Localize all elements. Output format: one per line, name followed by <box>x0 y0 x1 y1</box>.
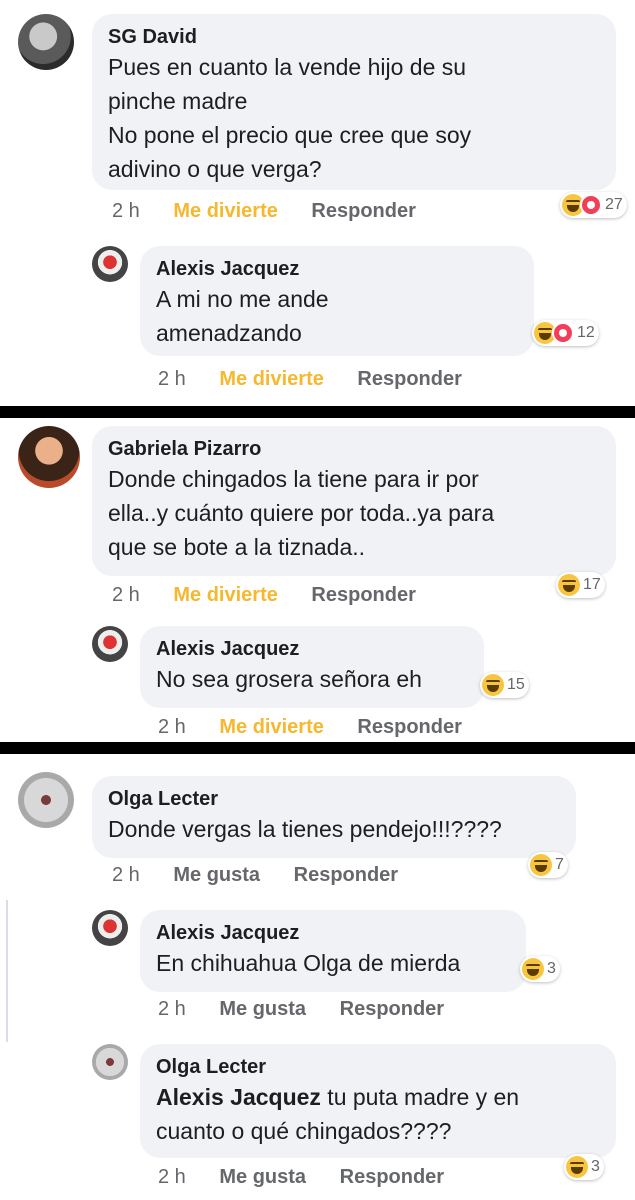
like-button[interactable]: Me gusta <box>173 864 260 886</box>
haha-icon <box>522 958 544 980</box>
comment-bubble: Gabriela Pizarro Donde chingados la tien… <box>92 426 616 576</box>
haha-icon <box>530 854 552 876</box>
comment-author[interactable]: Olga Lecter <box>108 786 560 812</box>
reply-button[interactable]: Responder <box>357 368 461 390</box>
avatar[interactable] <box>92 246 128 282</box>
reply-text-rest: tu puta madre y en <box>320 1084 520 1110</box>
reaction-count: 7 <box>555 856 564 873</box>
reaction-count: 15 <box>507 676 525 693</box>
reaction-summary[interactable]: 3 <box>564 1154 604 1180</box>
reply-author[interactable]: Alexis Jacquez <box>156 256 518 282</box>
comment-text-line: que se bote a la tiznada.. <box>108 534 366 560</box>
timestamp[interactable]: 2 h <box>158 1166 186 1188</box>
reply-button[interactable]: Responder <box>340 998 444 1020</box>
reply-text-line: cuanto o qué chingados???? <box>156 1118 452 1144</box>
comment-bubble: SG David Pues en cuanto la vende hijo de… <box>92 14 616 190</box>
reaction-summary[interactable]: 12 <box>532 320 599 346</box>
timestamp[interactable]: 2 h <box>158 368 186 390</box>
mention-link[interactable]: Alexis Jacquez <box>156 1084 321 1110</box>
comment-text-line: Pues en cuanto la vende hijo de su <box>108 54 467 80</box>
comment-section-3: Olga Lecter Donde vergas la tienes pende… <box>0 754 635 1200</box>
reply-button[interactable]: Responder <box>340 1166 444 1188</box>
comment-text-line: Donde vergas la tienes pendejo!!!???? <box>108 816 502 842</box>
haha-icon <box>558 574 580 596</box>
reply-author[interactable]: Olga Lecter <box>156 1054 600 1080</box>
comment-bubble: Olga Lecter Donde vergas la tienes pende… <box>92 776 576 858</box>
reaction-count: 12 <box>577 324 595 341</box>
avatar[interactable] <box>92 910 128 946</box>
reply-text-line: A mi no me ande <box>156 286 329 312</box>
avatar[interactable] <box>92 1044 128 1080</box>
reply-bubble: Alexis Jacquez No sea grosera señora eh <box>140 626 484 708</box>
comment-section-2: Gabriela Pizarro Donde chingados la tien… <box>0 418 635 740</box>
reply-actions: 2 h Me divierte Responder <box>158 716 490 739</box>
comment-author[interactable]: Gabriela Pizarro <box>108 436 600 462</box>
timestamp[interactable]: 2 h <box>158 998 186 1020</box>
haha-icon <box>482 674 504 696</box>
avatar[interactable] <box>18 772 74 828</box>
reply-text-line: No sea grosera señora eh <box>156 666 422 692</box>
reply-actions: 2 h Me divierte Responder <box>158 368 490 391</box>
reaction-count: 27 <box>605 196 623 213</box>
timestamp[interactable]: 2 h <box>112 200 140 222</box>
reaction-count: 17 <box>583 576 601 593</box>
comment-actions: 2 h Me gusta Responder <box>112 864 426 887</box>
reply-button[interactable]: Responder <box>311 200 415 222</box>
timestamp[interactable]: 2 h <box>158 716 186 738</box>
reply-text-line: amenadzando <box>156 320 302 346</box>
love-icon <box>552 322 574 344</box>
reply-actions: 2 h Me gusta Responder <box>158 1166 472 1189</box>
comment-text-line: adivino o que verga? <box>108 156 322 182</box>
section-divider <box>0 406 635 418</box>
like-button[interactable]: Me divierte <box>173 584 277 606</box>
comment-author[interactable]: SG David <box>108 24 600 50</box>
comment-text-line: Donde chingados la tiene para ir por <box>108 466 479 492</box>
comment-actions: 2 h Me divierte Responder <box>112 584 444 607</box>
comment-text-line: No pone el precio que cree que soy <box>108 122 472 148</box>
timestamp[interactable]: 2 h <box>112 584 140 606</box>
comment-text-line: pinche madre <box>108 88 248 114</box>
reply-text-line: Alexis Jacquez tu puta madre y en <box>156 1080 600 1114</box>
reaction-summary[interactable]: 27 <box>560 192 627 218</box>
reaction-summary[interactable]: 17 <box>556 572 605 598</box>
reply-author[interactable]: Alexis Jacquez <box>156 920 510 946</box>
like-button[interactable]: Me gusta <box>219 998 306 1020</box>
reply-actions: 2 h Me gusta Responder <box>158 998 472 1021</box>
love-icon <box>580 194 602 216</box>
like-button[interactable]: Me divierte <box>219 368 323 390</box>
reply-author[interactable]: Alexis Jacquez <box>156 636 468 662</box>
comment-actions: 2 h Me divierte Responder <box>112 200 444 223</box>
timestamp[interactable]: 2 h <box>112 864 140 886</box>
reaction-count: 3 <box>547 960 556 977</box>
reaction-count: 3 <box>591 1158 600 1175</box>
reaction-summary[interactable]: 3 <box>520 956 560 982</box>
reaction-summary[interactable]: 7 <box>528 852 568 878</box>
thread-line <box>6 900 8 1042</box>
like-button[interactable]: Me divierte <box>173 200 277 222</box>
like-button[interactable]: Me gusta <box>219 1166 306 1188</box>
reply-bubble: Olga Lecter Alexis Jacquez tu puta madre… <box>140 1044 616 1158</box>
like-button[interactable]: Me divierte <box>219 716 323 738</box>
haha-icon <box>566 1156 588 1178</box>
reply-bubble: Alexis Jacquez A mi no me ande amenadzan… <box>140 246 534 356</box>
comment-text-line: ella..y cuánto quiere por toda..ya para <box>108 500 495 526</box>
section-divider <box>0 742 635 754</box>
reply-bubble: Alexis Jacquez En chihuahua Olga de mier… <box>140 910 526 992</box>
avatar[interactable] <box>92 626 128 662</box>
comment-section-1: SG David Pues en cuanto la vende hijo de… <box>0 0 635 404</box>
avatar[interactable] <box>18 426 80 488</box>
reply-button[interactable]: Responder <box>357 716 461 738</box>
reply-button[interactable]: Responder <box>294 864 398 886</box>
reaction-summary[interactable]: 15 <box>480 672 529 698</box>
avatar[interactable] <box>18 14 74 70</box>
reply-text-line: En chihuahua Olga de mierda <box>156 950 461 976</box>
reply-button[interactable]: Responder <box>311 584 415 606</box>
